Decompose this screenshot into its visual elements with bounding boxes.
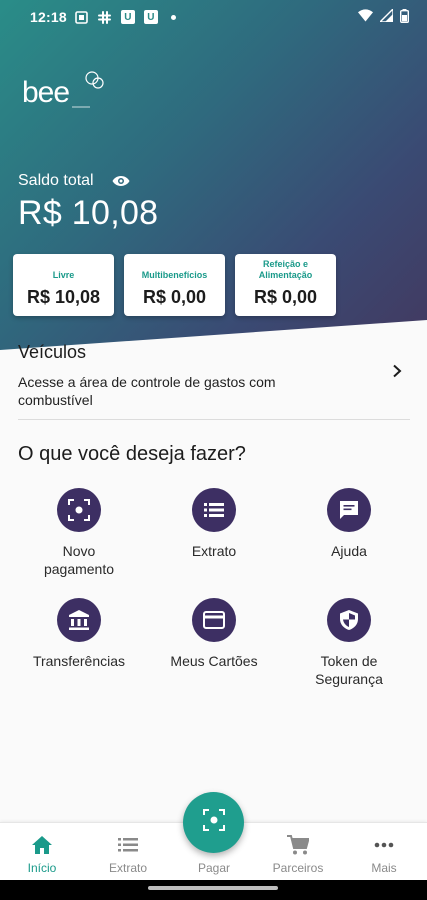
svg-text:bee: bee bbox=[22, 76, 69, 109]
u-notification-icon-2: U bbox=[143, 10, 158, 24]
action-label: Ajuda bbox=[331, 543, 367, 559]
action-ajuda[interactable]: Ajuda bbox=[284, 488, 414, 560]
action-transferencias[interactable]: Transferências bbox=[14, 598, 144, 670]
card-icon bbox=[192, 598, 236, 642]
list-icon bbox=[117, 834, 139, 856]
bank-icon bbox=[57, 598, 101, 642]
balance-card-amount: R$ 0,00 bbox=[142, 287, 207, 307]
nav-mais[interactable]: Mais bbox=[344, 823, 424, 881]
wifi-icon bbox=[358, 9, 373, 25]
nav-label: Pagar bbox=[197, 861, 231, 875]
action-label: Transferências bbox=[32, 653, 126, 669]
balance-card-multibeneficios[interactable]: Multibenefícios R$ 0,00 bbox=[124, 254, 225, 316]
action-label: Token de Segurança bbox=[315, 653, 383, 687]
balance-card-livre[interactable]: Livre R$ 10,08 bbox=[13, 254, 114, 316]
action-token-seguranca[interactable]: Token de Segurança bbox=[284, 598, 414, 688]
action-label: Extrato bbox=[191, 543, 237, 559]
pay-fab-button[interactable] bbox=[183, 792, 244, 853]
nav-label: Parceiros bbox=[272, 861, 324, 875]
battery-icon bbox=[399, 8, 409, 26]
more-notifications-dot bbox=[170, 14, 176, 20]
slack-notification-icon bbox=[98, 10, 112, 24]
gesture-bar bbox=[0, 880, 427, 900]
balance-card-title: Livre bbox=[52, 270, 75, 280]
balance-cards: Livre R$ 10,08 Multibenefícios R$ 0,00 R… bbox=[13, 254, 336, 316]
nav-label: Início bbox=[27, 861, 57, 875]
action-label: Novo pagamento bbox=[43, 543, 115, 577]
chat-icon bbox=[327, 488, 371, 532]
u-notification-icon: U bbox=[120, 10, 135, 24]
balance-card-title: Refeição e Alimentação bbox=[258, 259, 313, 280]
balance-card-amount: R$ 10,08 bbox=[26, 287, 101, 307]
action-extrato[interactable]: Extrato bbox=[149, 488, 279, 560]
status-time: 12:18 bbox=[30, 9, 67, 25]
more-icon bbox=[373, 834, 395, 856]
veiculos-title: Veículos bbox=[18, 342, 87, 362]
list-icon bbox=[192, 488, 236, 532]
action-novo-pagamento[interactable]: Novo pagamento bbox=[14, 488, 144, 578]
action-label: Meus Cartões bbox=[170, 653, 258, 669]
nav-extrato[interactable]: Extrato bbox=[88, 823, 168, 881]
scan-icon bbox=[57, 488, 101, 532]
balance-value: R$ 10,08 bbox=[18, 194, 159, 232]
balance-card-amount: R$ 0,00 bbox=[253, 287, 318, 307]
veiculos-row[interactable]: Veículos Acesse a área de controle de ga… bbox=[18, 342, 410, 420]
cart-icon bbox=[287, 834, 309, 856]
home-gesture-handle[interactable] bbox=[148, 886, 278, 890]
balance-card-refeicao[interactable]: Refeição e Alimentação R$ 0,00 bbox=[235, 254, 336, 316]
eye-icon[interactable] bbox=[112, 174, 130, 188]
home-icon bbox=[31, 834, 53, 856]
shield-icon bbox=[327, 598, 371, 642]
status-bar: 12:18 U U bbox=[0, 0, 427, 34]
nav-label: Mais bbox=[371, 861, 397, 875]
actions-title: O que você deseja fazer? bbox=[18, 443, 246, 465]
action-meus-cartoes[interactable]: Meus Cartões bbox=[149, 598, 279, 670]
balance-label: Saldo total bbox=[18, 172, 94, 189]
gallery-notification-icon bbox=[75, 10, 89, 24]
nav-inicio[interactable]: Início bbox=[2, 823, 82, 881]
bee-logo: bee bbox=[22, 66, 112, 116]
scan-icon bbox=[202, 809, 225, 836]
balance-card-title: Multibenefícios bbox=[141, 270, 208, 280]
signal-icon bbox=[378, 7, 394, 25]
nav-label: Extrato bbox=[108, 861, 147, 875]
nav-parceiros[interactable]: Parceiros bbox=[258, 823, 338, 881]
chevron-right-icon bbox=[390, 364, 404, 378]
veiculos-description: Acesse a área de controle de gastos com … bbox=[18, 374, 276, 408]
balance-label-row: Saldo total bbox=[18, 172, 130, 190]
